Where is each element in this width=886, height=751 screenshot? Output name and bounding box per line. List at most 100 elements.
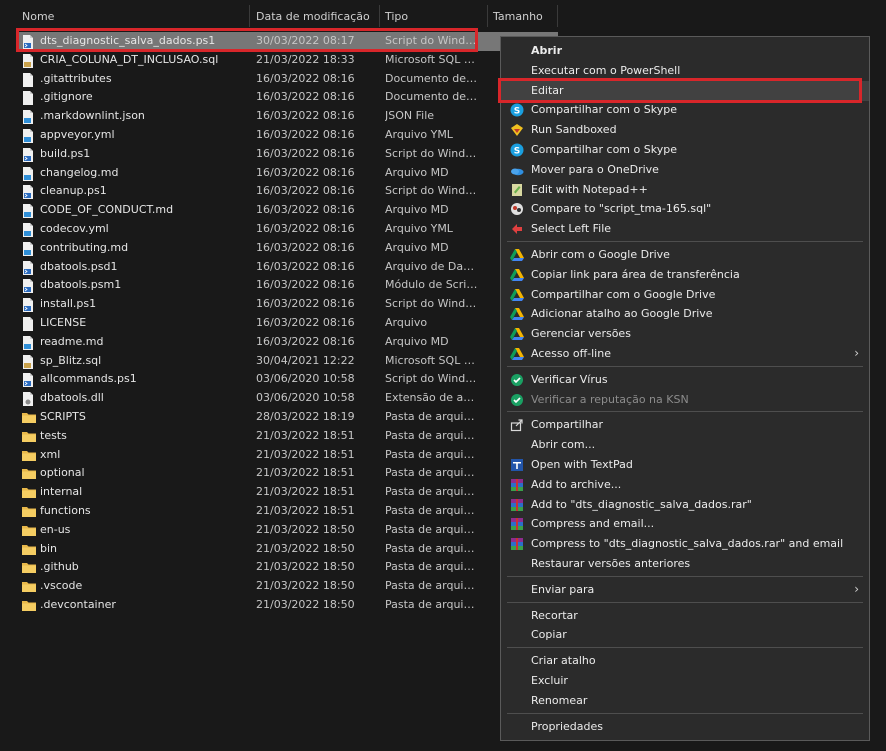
folder-icon bbox=[22, 467, 36, 481]
file-row[interactable]: build.ps1 16/03/2022 08:16 Script do Windo… bbox=[17, 145, 558, 164]
folder-icon bbox=[22, 561, 36, 575]
column-name-header[interactable]: Nome bbox=[22, 0, 54, 27]
file-row[interactable]: internal 21/03/2022 18:51 Pasta de arquivo… bbox=[17, 483, 558, 502]
file-row[interactable]: .vscode 21/03/2022 18:50 Pasta de arquivos bbox=[17, 577, 558, 596]
menu-item-criar-atalho[interactable]: Criar atalho bbox=[501, 651, 869, 671]
file-row[interactable]: install.ps1 16/03/2022 08:16 Script do Win… bbox=[17, 295, 558, 314]
file-name: allcommands.ps1 bbox=[40, 372, 137, 386]
menu-item-mover-para-o-onedrive[interactable]: Mover para o OneDrive bbox=[501, 160, 869, 180]
file-type: Microsoft SQL Server Query File bbox=[385, 52, 480, 66]
file-date: 16/03/2022 08:16 bbox=[256, 146, 355, 160]
json-file-icon bbox=[22, 110, 34, 125]
menu-item-label: Compartilhar bbox=[531, 418, 604, 432]
google-drive-icon bbox=[510, 347, 524, 361]
file-row[interactable]: sp_Blitz.sql 30/04/2021 12:22 Microsoft SQ… bbox=[17, 352, 558, 371]
google-drive-icon bbox=[510, 268, 524, 282]
folder-icon bbox=[22, 430, 36, 444]
menu-item-compress-to-dts-diagnostic-salva-dados-rar-and-email[interactable]: Compress to "dts_diagnostic_salva_dados.… bbox=[501, 534, 869, 554]
folder-icon bbox=[22, 543, 36, 557]
column-divider[interactable] bbox=[487, 5, 488, 27]
menu-item-copiar[interactable]: Copiar bbox=[501, 625, 869, 645]
menu-item-add-to-archive[interactable]: Add to archive... bbox=[501, 475, 869, 495]
file-row[interactable]: dbatools.dll 03/06/2020 10:58 Extensão de … bbox=[17, 389, 558, 408]
skype-icon: S bbox=[510, 143, 524, 157]
menu-item-label: Acesso off-line bbox=[531, 347, 611, 360]
file-row[interactable]: .devcontainer 21/03/2022 18:50 Pasta de ar… bbox=[17, 596, 558, 615]
menu-item-gerenciar-versoes[interactable]: Gerenciar versões bbox=[501, 324, 869, 344]
file-row[interactable]: contributing.md 16/03/2022 08:16 Arquivo M… bbox=[17, 239, 558, 258]
column-date-header[interactable]: Data de modificação bbox=[256, 0, 370, 27]
folder-icon bbox=[22, 580, 36, 594]
file-row[interactable]: changelog.md 16/03/2022 08:16 Arquivo MD bbox=[17, 164, 558, 183]
file-row[interactable]: readme.md 16/03/2022 08:16 Arquivo MD bbox=[17, 333, 558, 352]
menu-item-recortar[interactable]: Recortar bbox=[501, 606, 869, 626]
column-divider[interactable] bbox=[379, 5, 380, 27]
file-type: Pasta de arquivos bbox=[385, 447, 480, 461]
column-type-header[interactable]: Tipo bbox=[385, 0, 408, 27]
file-date: 16/03/2022 08:16 bbox=[256, 184, 355, 198]
file-row[interactable]: .github 21/03/2022 18:50 Pasta de arquivos bbox=[17, 558, 558, 577]
file-row[interactable]: appveyor.yml 16/03/2022 08:16 Arquivo YML bbox=[17, 126, 558, 145]
file-row[interactable]: .markdownlint.json 16/03/2022 08:16 JSON F… bbox=[17, 107, 558, 126]
menu-item-verificar-a-reputacao-na-ksn[interactable]: Verificar a reputação na KSN bbox=[501, 390, 869, 410]
file-row[interactable]: optional 21/03/2022 18:51 Pasta de arquivo… bbox=[17, 464, 558, 483]
menu-item-compress-and-email[interactable]: Compress and email... bbox=[501, 514, 869, 534]
menu-item-add-to-dts-diagnostic-salva-dados-rar[interactable]: Add to "dts_diagnostic_salva_dados.rar" bbox=[501, 495, 869, 515]
file-type: Pasta de arquivos bbox=[385, 598, 480, 611]
menu-item-verificar-virus[interactable]: Verificar Vírus bbox=[501, 370, 869, 390]
menu-item-abrir-com[interactable]: Abrir com... bbox=[501, 435, 869, 455]
file-row[interactable]: xml 21/03/2022 18:51 Pasta de arquivos bbox=[17, 446, 558, 465]
menu-item-restaurar-versoes-anteriores[interactable]: Restaurar versões anteriores bbox=[501, 554, 869, 574]
menu-item-open-with-textpad[interactable]: Open with TextPad bbox=[501, 455, 869, 475]
menu-item-abrir[interactable]: Abrir bbox=[501, 41, 869, 61]
editar-highlight bbox=[498, 78, 862, 103]
file-row[interactable]: CODE_OF_CONDUCT.md 16/03/2022 08:16 Arquiv… bbox=[17, 201, 558, 220]
column-size-header[interactable]: Tamanho bbox=[493, 0, 543, 27]
menu-item-label: Compare to "script_tma-165.sql" bbox=[531, 202, 712, 216]
file-row[interactable]: LICENSE 16/03/2022 08:16 Arquivo bbox=[17, 314, 558, 333]
menu-item-run-sandboxed[interactable]: Run Sandboxed bbox=[501, 120, 869, 140]
file-row[interactable]: bin 21/03/2022 18:50 Pasta de arquivos bbox=[17, 540, 558, 559]
file-row[interactable]: en-us 21/03/2022 18:50 Pasta de arquivos bbox=[17, 521, 558, 540]
file-row[interactable]: cleanup.ps1 16/03/2022 08:16 Script do Win… bbox=[17, 182, 558, 201]
file-name: CRIA_COLUNA_DT_INCLUSAO.sql bbox=[40, 52, 219, 66]
menu-item-edit-with-notepad[interactable]: Edit with Notepad++ bbox=[501, 180, 869, 200]
file-row[interactable]: SCRIPTS 28/03/2022 18:19 Pasta de arquivos bbox=[17, 408, 558, 427]
menu-separator bbox=[507, 241, 863, 242]
column-header: Nome Data de modificação Tipo Tamanho bbox=[0, 0, 886, 28]
folder-icon bbox=[22, 505, 36, 519]
column-divider[interactable] bbox=[249, 5, 250, 27]
file-row[interactable]: dbatools.psm1 16/03/2022 08:16 Módulo de S… bbox=[17, 276, 558, 295]
menu-item-compartilhar-com-o-skype[interactable]: S Compartilhar com o Skype bbox=[501, 100, 869, 120]
file-date: 21/03/2022 18:51 bbox=[256, 447, 355, 461]
file-row[interactable]: codecov.yml 16/03/2022 08:16 Arquivo YML bbox=[17, 220, 558, 239]
menu-item-renomear[interactable]: Renomear bbox=[501, 691, 869, 711]
file-row[interactable]: tests 21/03/2022 18:51 Pasta de arquivos bbox=[17, 427, 558, 446]
file-row[interactable]: allcommands.ps1 03/06/2020 10:58 Script do… bbox=[17, 370, 558, 389]
file-date: 30/04/2021 12:22 bbox=[256, 353, 355, 367]
file-row[interactable]: .gitattributes 16/03/2022 08:16 Documento … bbox=[17, 70, 558, 89]
menu-item-compartilhar[interactable]: Compartilhar bbox=[501, 415, 869, 435]
file-row[interactable]: dbatools.psd1 16/03/2022 08:16 Arquivo de … bbox=[17, 258, 558, 277]
file-date: 16/03/2022 08:16 bbox=[256, 128, 355, 141]
file-row[interactable]: CRIA_COLUNA_DT_INCLUSAO.sql 21/03/2022 18… bbox=[17, 51, 558, 70]
column-divider[interactable] bbox=[557, 5, 558, 27]
file-row[interactable]: .gitignore 16/03/2022 08:16 Documento de T… bbox=[17, 88, 558, 107]
menu-item-excluir[interactable]: Excluir bbox=[501, 671, 869, 691]
menu-item-compartilhar-com-o-google-drive[interactable]: Compartilhar com o Google Drive bbox=[501, 285, 869, 305]
menu-item-label: Compress and email... bbox=[531, 517, 655, 531]
file-name: .gitattributes bbox=[40, 71, 112, 85]
file-name: changelog.md bbox=[40, 165, 119, 179]
menu-item-label: Criar atalho bbox=[531, 654, 596, 668]
menu-item-select-left-file[interactable]: Select Left File bbox=[501, 219, 869, 239]
menu-item-acesso-off-line[interactable]: Acesso off-line › bbox=[501, 344, 869, 364]
menu-item-compare-to-script-tma-165-sql[interactable]: Compare to "script_tma-165.sql" bbox=[501, 199, 869, 219]
menu-item-copiar-link-para-area-de-transferencia[interactable]: Copiar link para área de transferência bbox=[501, 265, 869, 285]
menu-item-label: Verificar a reputação na KSN bbox=[531, 392, 689, 406]
menu-item-compartilhar-com-o-skype[interactable]: S Compartilhar com o Skype bbox=[501, 140, 869, 160]
menu-item-abrir-com-o-google-drive[interactable]: Abrir com o Google Drive bbox=[501, 245, 869, 265]
file-row[interactable]: functions 21/03/2022 18:51 Pasta de arquiv… bbox=[17, 502, 558, 521]
menu-item-propriedades[interactable]: Propriedades bbox=[501, 717, 869, 737]
menu-item-adicionar-atalho-ao-google-drive[interactable]: Adicionar atalho ao Google Drive bbox=[501, 304, 869, 324]
menu-item-enviar-para[interactable]: Enviar para › bbox=[501, 580, 869, 600]
